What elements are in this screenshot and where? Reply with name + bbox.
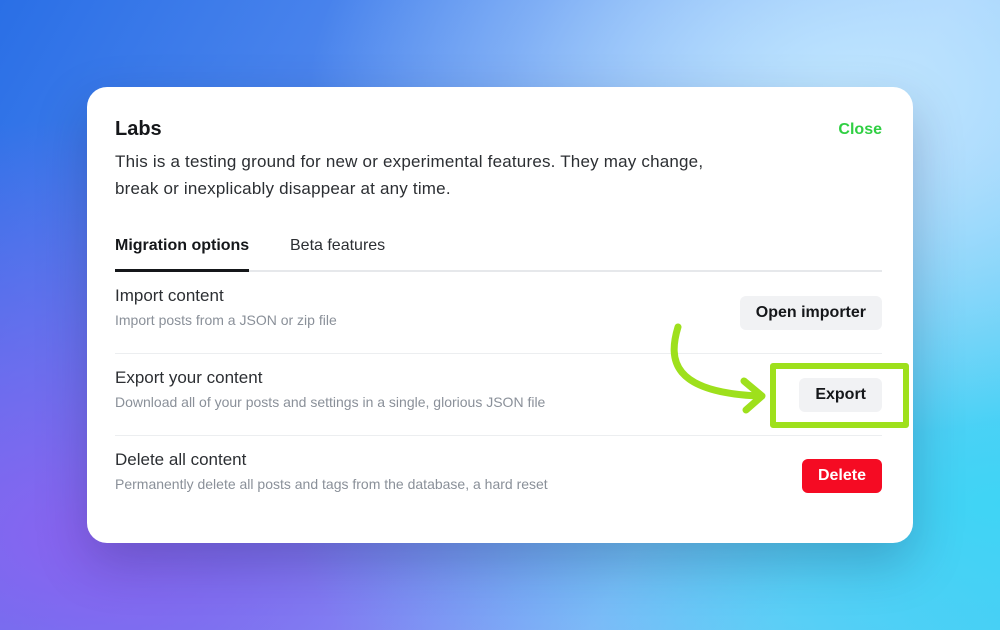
arrow-annotation-icon [670, 323, 766, 414]
